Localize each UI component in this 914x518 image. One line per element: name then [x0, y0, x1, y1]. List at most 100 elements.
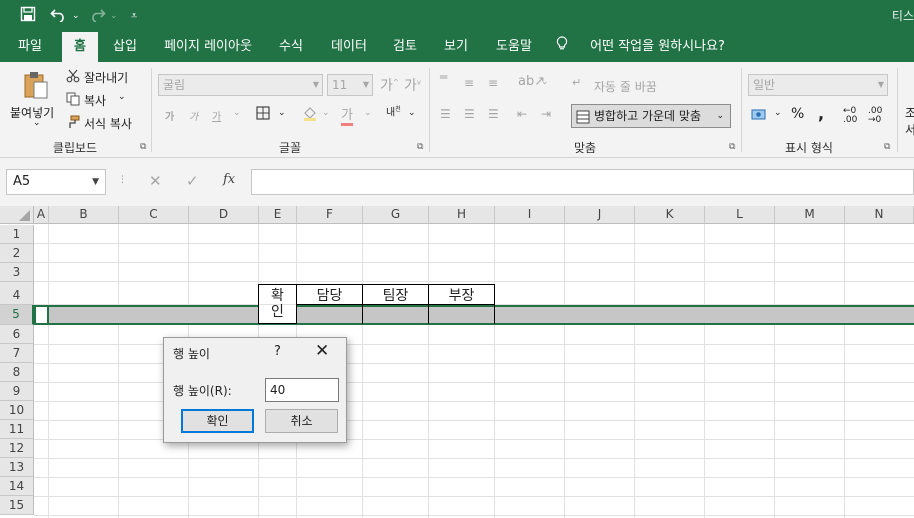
decrease-decimal-icon[interactable]: .00 →0: [868, 107, 882, 125]
cell-g5[interactable]: [362, 305, 429, 324]
clipboard-launcher-icon[interactable]: ⧉: [140, 142, 146, 152]
accounting-format-icon[interactable]: [751, 108, 767, 125]
customize-toolbar-icon[interactable]: ⩡: [131, 6, 137, 26]
row-header-14[interactable]: 14: [0, 477, 34, 496]
styles-group-partial[interactable]: 조서: [905, 104, 914, 138]
tab-data[interactable]: 데이터: [318, 32, 380, 62]
tab-review[interactable]: 검토: [384, 32, 426, 62]
tab-help[interactable]: 도움말: [486, 32, 542, 62]
column-header-f[interactable]: F: [297, 206, 363, 224]
row-header-7[interactable]: 7: [0, 344, 34, 363]
grid-line: [34, 458, 914, 459]
row-header-9[interactable]: 9: [0, 382, 34, 401]
bold-icon: 가: [165, 112, 175, 123]
cell-e4[interactable]: 확: [258, 284, 297, 305]
row-header-13[interactable]: 13: [0, 458, 34, 477]
copy-icon[interactable]: [66, 92, 80, 109]
column-header-g[interactable]: G: [363, 206, 429, 224]
cell-f5[interactable]: [296, 305, 363, 324]
paste-icon[interactable]: [22, 70, 50, 103]
phonetic-icon[interactable]: 내천: [386, 105, 401, 118]
row-header-10[interactable]: 10: [0, 401, 34, 420]
increase-decimal-icon[interactable]: ←0.00: [843, 107, 857, 125]
row-header-3[interactable]: 3: [0, 263, 34, 282]
column-header-e[interactable]: E: [259, 206, 297, 224]
font-launcher-icon[interactable]: ⧉: [417, 142, 423, 152]
border-dropdown-icon[interactable]: ⌄: [278, 108, 286, 118]
column-header-l[interactable]: L: [705, 206, 775, 224]
row-header-1[interactable]: 1: [0, 225, 34, 244]
underline-dropdown-icon: ⌄: [233, 108, 241, 118]
merge-center-button[interactable]: 병합하고 가운데 맞춤 ⌄: [571, 104, 731, 128]
tab-home[interactable]: 홈: [62, 32, 98, 62]
cell-h5[interactable]: [428, 305, 495, 324]
name-box[interactable]: A5 ▼: [6, 169, 106, 195]
cell-f4[interactable]: 담당: [296, 284, 363, 305]
alignment-group-label: 맞춤: [573, 141, 597, 155]
copy-button[interactable]: 복사: [84, 92, 106, 109]
column-header-j[interactable]: J: [565, 206, 635, 224]
drag-handle-icon[interactable]: ⋮: [118, 175, 127, 185]
insert-function-icon[interactable]: fx: [223, 172, 235, 187]
copy-dropdown-icon[interactable]: ⌄: [118, 92, 126, 102]
align-left-icon: ☰: [440, 107, 451, 121]
column-header-b[interactable]: B: [49, 206, 119, 224]
column-header-d[interactable]: D: [189, 206, 259, 224]
align-top-icon: ═ ‾: [440, 70, 448, 90]
undo-icon[interactable]: [50, 6, 68, 26]
column-header-m[interactable]: M: [775, 206, 845, 224]
tell-me-search[interactable]: 어떤 작업을 원하시나요?: [556, 32, 725, 62]
help-icon[interactable]: ?: [274, 344, 281, 359]
tab-view[interactable]: 보기: [434, 32, 478, 62]
cell-g4[interactable]: 팀장: [362, 284, 429, 305]
phonetic-dropdown-icon[interactable]: ⌄: [408, 108, 416, 118]
cut-button[interactable]: 잘라내기: [84, 69, 128, 86]
format-painter-button[interactable]: 서식 복사: [84, 115, 132, 132]
row-header-4[interactable]: 4: [0, 282, 34, 305]
accounting-dropdown-icon[interactable]: ⌄: [774, 108, 782, 118]
border-icon[interactable]: [256, 106, 270, 123]
alignment-launcher-icon[interactable]: ⧉: [729, 142, 735, 152]
number-launcher-icon[interactable]: ⧉: [884, 142, 890, 152]
tab-file[interactable]: 파일: [4, 32, 56, 62]
close-icon[interactable]: ✕: [315, 341, 329, 361]
column-header-a[interactable]: A: [34, 206, 49, 224]
ok-button[interactable]: 확인: [181, 409, 254, 433]
column-header-i[interactable]: I: [495, 206, 565, 224]
cell-e5[interactable]: 인: [258, 305, 297, 324]
grid-line: [362, 224, 363, 518]
comma-style-icon[interactable]: ,: [818, 104, 824, 123]
row-header-11[interactable]: 11: [0, 420, 34, 439]
align-bottom-icon: ≡: [488, 76, 499, 90]
row-header-15[interactable]: 15: [0, 496, 34, 515]
cancel-button[interactable]: 취소: [265, 409, 338, 433]
tab-formulas[interactable]: 수식: [270, 32, 312, 62]
active-cell-a5[interactable]: [34, 305, 49, 325]
column-header-k[interactable]: K: [635, 206, 705, 224]
column-header-h[interactable]: H: [429, 206, 495, 224]
tab-page-layout[interactable]: 페이지 레이아웃: [152, 32, 264, 62]
cut-icon[interactable]: [66, 69, 80, 86]
paste-dropdown-icon[interactable]: ⌄: [33, 118, 41, 128]
undo-dropdown-icon[interactable]: ⌄: [72, 6, 80, 26]
redo-dropdown-icon: ⌄: [110, 11, 118, 21]
row-header-6[interactable]: 6: [0, 325, 34, 344]
cell-h4[interactable]: 부장: [428, 284, 495, 305]
clipboard-group-label: 클립보드: [52, 141, 98, 155]
align-right-icon: ☰: [488, 107, 499, 121]
column-header-c[interactable]: C: [119, 206, 189, 224]
formula-input[interactable]: [251, 169, 914, 195]
tab-insert[interactable]: 삽입: [104, 32, 146, 62]
select-all-corner[interactable]: [0, 206, 34, 224]
row-header-2[interactable]: 2: [0, 244, 34, 263]
row-height-dialog: 행 높이 ? ✕ 행 높이(R): 40 확인 취소: [163, 337, 347, 443]
row-header-5[interactable]: 5: [0, 305, 34, 325]
percent-icon[interactable]: %: [791, 106, 804, 122]
wrap-text-icon: ↵: [572, 76, 582, 89]
column-header-n[interactable]: N: [845, 206, 914, 224]
row-height-input[interactable]: 40: [265, 378, 339, 402]
row-header-8[interactable]: 8: [0, 363, 34, 382]
format-painter-icon[interactable]: [66, 115, 80, 132]
row-header-12[interactable]: 12: [0, 439, 34, 458]
save-icon[interactable]: [20, 6, 36, 26]
